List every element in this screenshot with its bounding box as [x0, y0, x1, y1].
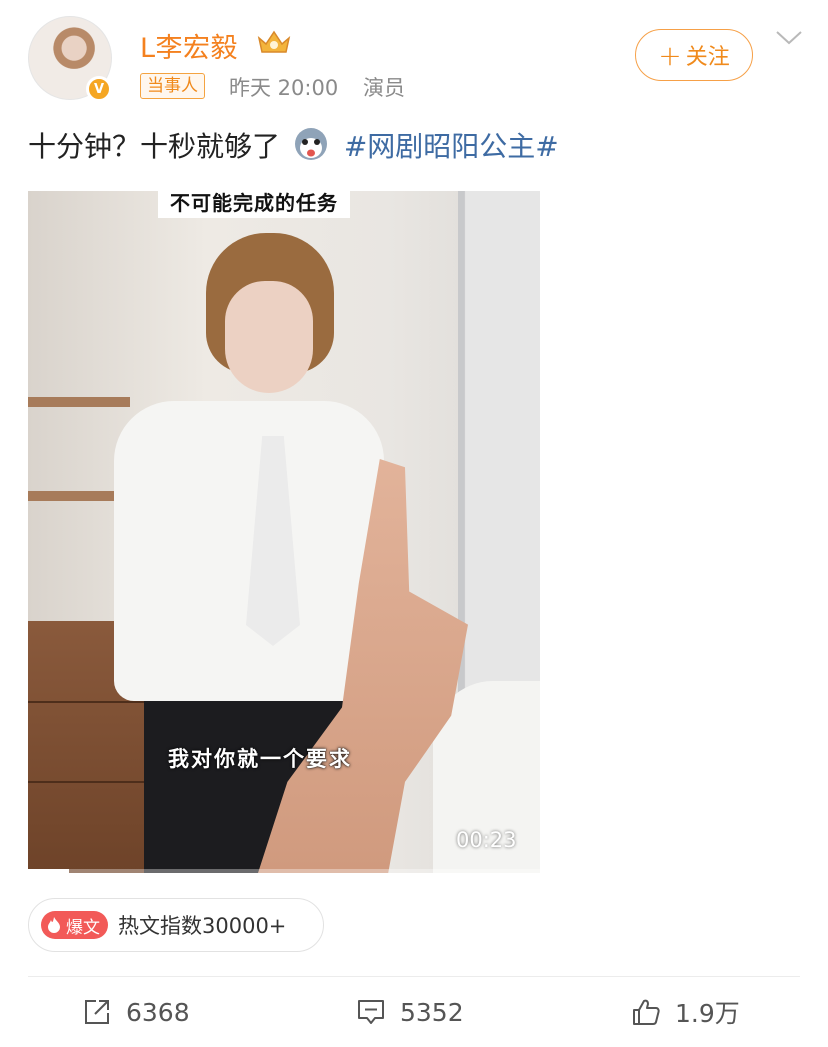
flame-icon: [48, 917, 60, 933]
comment-count: 5352: [400, 997, 464, 1027]
verified-icon: V: [86, 76, 112, 102]
post-text: 十分钟？十秒就够了 #网剧昭阳公主#: [28, 126, 559, 167]
role-tag: 当事人: [140, 73, 205, 99]
video-caption-top: 不可能完成的任务: [158, 191, 350, 218]
video-scene-face: [225, 281, 313, 393]
username[interactable]: L李宏毅: [140, 26, 238, 65]
thumbs-up-icon: [633, 999, 660, 1025]
repost-icon: [85, 1000, 109, 1024]
chevron-down-icon[interactable]: [774, 26, 804, 48]
repost-button[interactable]: 6368: [82, 994, 190, 1030]
post-body: 十分钟？十秒就够了: [28, 130, 281, 163]
topic-link[interactable]: #网剧昭阳公主#: [344, 130, 559, 163]
like-count: 1.9万: [675, 999, 740, 1028]
plus-icon: +: [658, 38, 682, 72]
like-button[interactable]: 1.9万: [631, 994, 740, 1030]
video-scene-shirt: [114, 401, 384, 701]
repost-count: 6368: [126, 997, 190, 1027]
comment-button[interactable]: 5352: [356, 994, 464, 1030]
video-progress-track[interactable]: [28, 869, 540, 873]
follow-label: 关注: [685, 45, 730, 70]
video-scene-shelf: [28, 397, 130, 407]
post-source: 演员: [363, 76, 405, 100]
user-avatar[interactable]: V: [28, 16, 114, 102]
hot-index-pill[interactable]: 爆文 热文指数30000+: [28, 898, 324, 952]
post-time: 昨天 20:00: [229, 76, 339, 100]
video-progress-fill: [28, 869, 69, 873]
video-subtitle: 我对你就一个要求: [168, 747, 352, 771]
husky-emoji-icon: [294, 128, 327, 160]
video-duration: 00:23: [456, 828, 517, 852]
hot-badge-label: 爆文: [66, 917, 100, 938]
comment-icon: [358, 1000, 384, 1024]
hot-index-text: 热文指数30000+: [118, 914, 287, 938]
action-divider: [28, 976, 800, 977]
follow-button[interactable]: + 关注: [635, 29, 753, 81]
vip-crown-icon: [257, 30, 291, 53]
video-player[interactable]: 不可能完成的任务 我对你就一个要求 00:23: [28, 191, 540, 873]
hot-badge: 爆文: [41, 911, 108, 939]
